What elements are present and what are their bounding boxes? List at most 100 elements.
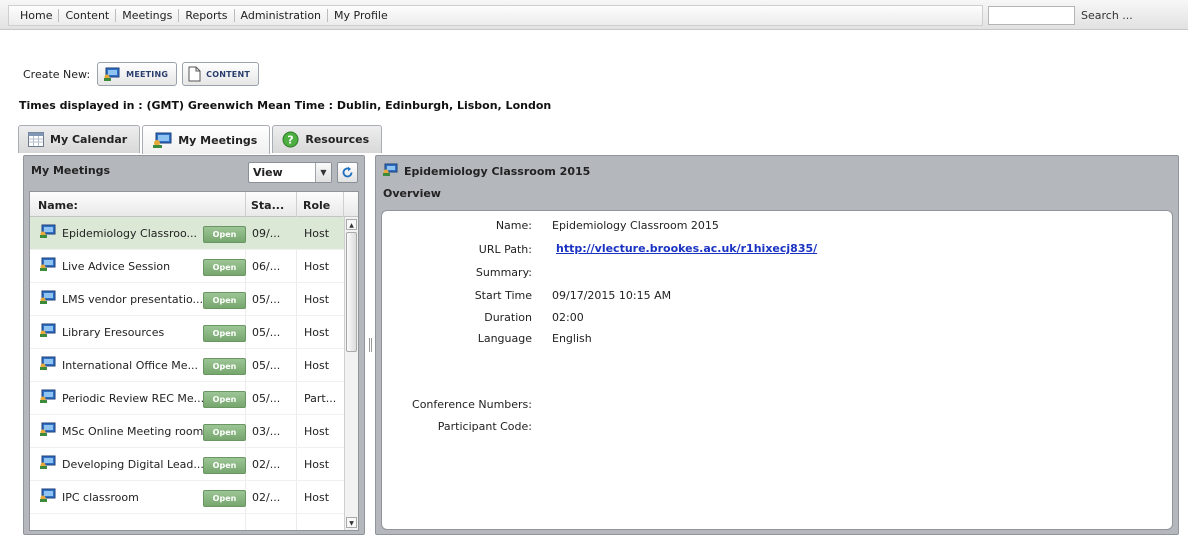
meeting-name: Developing Digital Lead... (62, 458, 204, 471)
nav-home[interactable]: Home (13, 9, 58, 22)
participant-code-label: Participant Code: (437, 420, 532, 433)
calendar-icon (28, 132, 44, 147)
start-time-label: Start Time (474, 289, 532, 302)
meeting-role: Host (304, 260, 330, 273)
open-meeting-button[interactable]: Open (203, 358, 246, 375)
meeting-name: Live Advice Session (62, 260, 171, 273)
meeting-icon (39, 356, 56, 373)
open-meeting-button[interactable]: Open (203, 457, 246, 474)
meeting-icon (152, 132, 172, 148)
language-value: English (552, 332, 592, 345)
open-meeting-button[interactable]: Open (203, 292, 246, 309)
tab-my-meetings[interactable]: My Meetings (142, 125, 271, 154)
meetings-rows: Epidemiology Classroo... Open 09/... Host Li… (30, 217, 344, 514)
open-meeting-button[interactable]: Open (203, 424, 246, 441)
meeting-icon (39, 455, 56, 472)
table-row[interactable]: Developing Digital Lead... Open 02/... Host (30, 448, 344, 481)
tab-resources[interactable]: ? Resources (272, 125, 383, 153)
meeting-start: 02/... (252, 458, 281, 471)
create-new-label: Create New: (23, 67, 91, 81)
column-header-role[interactable]: Role (303, 199, 330, 212)
help-icon: ? (282, 131, 299, 148)
panel-splitter[interactable] (368, 155, 373, 535)
meeting-name: IPC classroom (62, 491, 139, 504)
meeting-role: Host (304, 458, 330, 471)
table-row[interactable]: Live Advice Session Open 06/... Host (30, 250, 344, 283)
open-meeting-button[interactable]: Open (203, 259, 246, 276)
nav-administration[interactable]: Administration (233, 9, 328, 22)
open-meeting-button[interactable]: Open (203, 226, 246, 243)
meeting-start: 05/... (252, 359, 281, 372)
overview-body: Name: Epidemiology Classroom 2015 URL Pa… (381, 210, 1173, 530)
document-icon (188, 66, 201, 82)
view-select[interactable]: View ▼ (248, 162, 332, 183)
meeting-role: Host (304, 293, 330, 306)
table-row[interactable]: MSc Online Meeting room Open 03/... Host (30, 415, 344, 448)
view-tabs: My Calendar My Meetings ? Resources (18, 125, 384, 154)
column-header-name[interactable]: Name: (38, 199, 78, 212)
create-content-button[interactable]: CONTENT (182, 62, 259, 86)
table-row[interactable]: Library Eresources Open 05/... Host (30, 316, 344, 349)
overview-heading: Overview (383, 187, 441, 200)
meeting-role: Host (304, 359, 330, 372)
meeting-start: 02/... (252, 491, 281, 504)
search-button[interactable]: Search ... (1081, 9, 1133, 22)
duration-label: Duration (484, 311, 532, 324)
nav-reports[interactable]: Reports (178, 9, 233, 22)
scroll-up-icon[interactable]: ▲ (346, 219, 357, 230)
meeting-detail-panel: Epidemiology Classroom 2015 Overview Nam… (375, 155, 1179, 535)
main-menu: Home Content Meetings Reports Administra… (8, 5, 983, 26)
create-content-label: CONTENT (206, 69, 250, 79)
top-nav-bar: Home Content Meetings Reports Administra… (0, 0, 1188, 30)
create-meeting-button[interactable]: MEETING (97, 62, 178, 86)
detail-header: Epidemiology Classroom 2015 (382, 162, 590, 180)
meeting-role: Host (304, 326, 330, 339)
meeting-start: 05/... (252, 392, 281, 405)
nav-content[interactable]: Content (58, 9, 115, 22)
table-row[interactable]: International Office Me... Open 05/... Host (30, 349, 344, 382)
table-row[interactable]: IPC classroom Open 02/... Host (30, 481, 344, 514)
scroll-down-icon[interactable]: ▼ (346, 517, 357, 528)
vertical-scrollbar[interactable]: ▲ ▼ (344, 217, 358, 530)
my-meetings-panel: My Meetings View ▼ Name: Sta... Role Epi… (23, 155, 365, 535)
tab-my-calendar[interactable]: My Calendar (18, 125, 141, 153)
chevron-down-icon[interactable]: ▼ (315, 163, 331, 182)
meeting-url-link[interactable]: http://vlecture.brookes.ac.uk/r1hixecj83… (556, 242, 817, 255)
meeting-name: LMS vendor presentatio... (62, 293, 204, 306)
meeting-name: Epidemiology Classroo... (62, 227, 197, 240)
meeting-start: 05/... (252, 326, 281, 339)
table-row[interactable]: LMS vendor presentatio... Open 05/... Host (30, 283, 344, 316)
meeting-icon (39, 257, 56, 274)
open-meeting-button[interactable]: Open (203, 325, 246, 342)
meeting-icon (39, 488, 56, 505)
summary-label: Summary: (475, 266, 532, 279)
timezone-notice: Times displayed in : (GMT) Greenwich Mea… (19, 99, 552, 112)
column-header-start[interactable]: Sta... (251, 199, 284, 212)
meeting-start: 06/... (252, 260, 281, 273)
open-meeting-button[interactable]: Open (203, 490, 246, 507)
nav-my-profile[interactable]: My Profile (327, 9, 394, 22)
meeting-start: 09/... (252, 227, 281, 240)
meeting-icon (382, 163, 398, 179)
table-row[interactable]: Epidemiology Classroo... Open 09/... Host (30, 217, 344, 250)
my-meetings-title: My Meetings (31, 164, 111, 177)
scroll-thumb[interactable] (346, 232, 357, 352)
nav-meetings[interactable]: Meetings (115, 9, 178, 22)
meeting-icon (39, 389, 56, 406)
create-new-toolbar: Create New: MEETING CONTENT (23, 62, 264, 86)
meeting-icon (39, 323, 56, 340)
grid-header: Name: Sta... Role (30, 192, 358, 217)
table-row[interactable]: Periodic Review REC Me... Open 05/... Part.… (30, 382, 344, 415)
meeting-name: Library Eresources (62, 326, 165, 339)
meeting-name: MSc Online Meeting room (62, 425, 204, 438)
refresh-button[interactable] (337, 162, 358, 183)
duration-value: 02:00 (552, 311, 584, 324)
meeting-start: 03/... (252, 425, 281, 438)
tab-my-calendar-label: My Calendar (50, 133, 128, 146)
refresh-icon (342, 166, 353, 178)
meeting-icon (103, 67, 121, 81)
search-input[interactable] (988, 6, 1075, 25)
meetings-grid: Name: Sta... Role Epidemiology Classroo.… (29, 191, 359, 531)
meeting-role: Host (304, 491, 330, 504)
open-meeting-button[interactable]: Open (203, 391, 246, 408)
